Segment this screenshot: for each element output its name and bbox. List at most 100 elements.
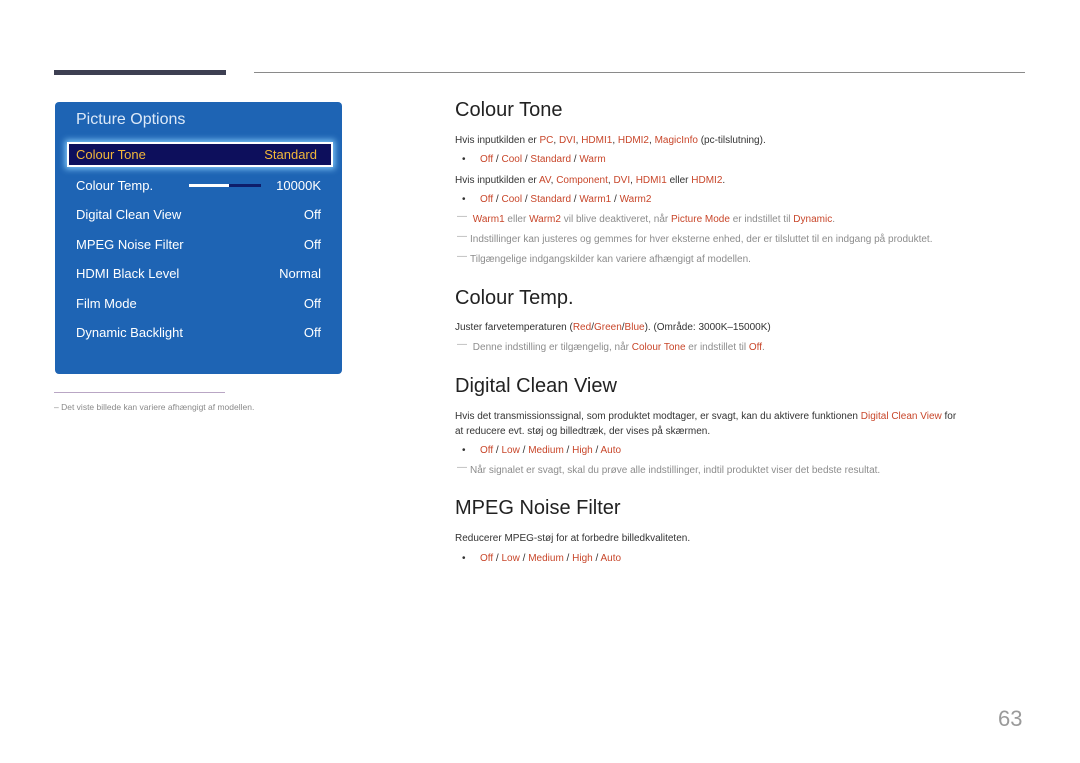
menu-item-label: Digital Clean View [76, 207, 182, 222]
menu-item-value: Off [303, 325, 321, 340]
picture-options-menu: Picture Options Colour Tone Standard Col… [55, 102, 342, 374]
term: Green [593, 322, 622, 333]
menu-item-colour-tone[interactable]: Colour Tone Standard [67, 142, 333, 167]
option: High [572, 445, 593, 456]
menu-item-dynamic-backlight[interactable]: Dynamic Backlight Off [67, 320, 333, 345]
option: Warm1 [579, 194, 612, 205]
term: HDMI2 [617, 135, 649, 146]
slider-fill [189, 184, 229, 187]
term: Blue [624, 322, 645, 333]
term: MagicInfo [654, 135, 698, 146]
menu-item-value: Off [303, 296, 321, 311]
heading-mpeg-noise-filter: MPEG Noise Filter [455, 497, 621, 519]
text: er indstillet til [685, 342, 749, 353]
option: Warm [579, 154, 606, 165]
note-warm-disabled: Warm1 eller Warm2 vil blive deaktiveret,… [457, 214, 835, 225]
term: Picture Mode [671, 214, 730, 225]
option: Medium [528, 445, 564, 456]
header-rule [254, 72, 1025, 73]
menu-item-label: MPEG Noise Filter [76, 237, 184, 252]
text: Juster farvetemperaturen ( [455, 322, 573, 333]
heading-digital-clean-view: Digital Clean View [455, 375, 617, 397]
text: . [722, 175, 726, 186]
term: DVI [558, 135, 576, 146]
option: Auto [600, 553, 622, 564]
option: Off [480, 445, 494, 456]
option: Warm2 [619, 194, 652, 205]
option: Off [480, 154, 494, 165]
menu-item-label: Colour Tone [76, 147, 146, 162]
option: Auto [600, 445, 622, 456]
note-input-sources: Tilgængelige indgangskilder kan variere … [457, 254, 751, 265]
option: Cool [501, 194, 523, 205]
menu-item-digital-clean-view[interactable]: Digital Clean View Off [67, 202, 333, 227]
heading-colour-temp: Colour Temp. [455, 287, 574, 309]
menu-item-film-mode[interactable]: Film Mode Off [67, 291, 333, 316]
text: for [941, 411, 957, 422]
colour-tone-options-1: • Off / Cool / Standard / Warm [462, 154, 606, 165]
footnote-divider [54, 392, 225, 393]
option: Standard [530, 154, 572, 165]
menu-item-mpeg-noise-filter[interactable]: MPEG Noise Filter Off [67, 232, 333, 257]
heading-colour-tone: Colour Tone [455, 99, 563, 121]
colour-temp-slider[interactable] [189, 184, 261, 187]
term: AV [538, 175, 551, 186]
term: HDMI1 [635, 175, 667, 186]
term: Component [556, 175, 608, 186]
term: Colour Tone [631, 342, 686, 353]
note-settings-saved: Indstillinger kan justeres og gemmes for… [457, 234, 932, 245]
dcv-options: • Off / Low / Medium / High / Auto [462, 445, 622, 456]
dcv-description-line-1: Hvis det transmissionssignal, som produk… [455, 410, 956, 424]
text: er indstillet til [729, 214, 794, 225]
term: HDMI2 [691, 175, 723, 186]
text: Hvis inputkilden er [455, 175, 539, 186]
menu-item-label: HDMI Black Level [76, 266, 180, 281]
text: . [832, 214, 835, 225]
menu-item-value: Standard [264, 147, 317, 162]
menu-item-value: Off [303, 207, 321, 222]
text: . [762, 342, 765, 353]
menu-item-label: Dynamic Backlight [76, 325, 183, 340]
option: Cool [501, 154, 523, 165]
term: HDMI1 [581, 135, 613, 146]
term: DVI [613, 175, 631, 186]
mpeg-options: • Off / Low / Medium / High / Auto [462, 553, 622, 564]
menu-item-value: 10000K [276, 178, 321, 193]
menu-item-label: Colour Temp. [76, 178, 154, 193]
dcv-description-line-2: at reducere evt. støj og billedtræk, der… [455, 426, 711, 437]
menu-item-value: Normal [279, 266, 321, 281]
menu-item-label: Film Mode [76, 296, 137, 311]
menu-item-value: Off [303, 237, 321, 252]
header-accent-bar [54, 70, 226, 75]
note-weak-signal: Når signalet er svagt, skal du prøve all… [457, 465, 880, 476]
colour-tone-input-line-2: Hvis inputkilden er AV, Component, DVI, … [455, 175, 726, 186]
term: Warm1 [472, 214, 505, 225]
page-number: 63 [998, 706, 1023, 731]
colour-temp-description: Juster farvetemperaturen (Red/Green/Blue… [455, 322, 771, 333]
text: (pc-tilslutning). [697, 135, 766, 146]
colour-tone-input-line-1: Hvis inputkilden er PC, DVI, HDMI1, HDMI… [455, 135, 766, 146]
colour-tone-options-2: • Off / Cool / Standard / Warm1 / Warm2 [462, 194, 652, 205]
menu-item-colour-temp[interactable]: Colour Temp. 10000K [67, 173, 333, 198]
term: PC [539, 135, 554, 146]
note-colour-temp-availability: Denne indstilling er tilgængelig, når Co… [457, 342, 765, 353]
option: Low [501, 445, 520, 456]
option: Off [480, 194, 494, 205]
text: Hvis det transmissionssignal, som produk… [455, 411, 861, 422]
text: vil blive deaktiveret, når [560, 214, 672, 225]
option: High [572, 553, 593, 564]
menu-title: Picture Options [76, 111, 186, 128]
image-footnote: – Det viste billede kan variere afhængig… [54, 402, 255, 412]
option: Low [501, 553, 520, 564]
option: Standard [530, 194, 572, 205]
term: Dynamic [793, 214, 833, 225]
option: Medium [528, 553, 564, 564]
mpeg-description: Reducerer MPEG-støj for at forbedre bill… [455, 533, 691, 544]
text: eller [666, 175, 692, 186]
term: Red [572, 322, 592, 333]
option: Off [480, 553, 494, 564]
text: ). (Område: 3000K–15000K) [644, 322, 771, 333]
text: Denne indstilling er tilgængelig, når [472, 342, 632, 353]
text: eller [504, 214, 530, 225]
menu-item-hdmi-black-level[interactable]: HDMI Black Level Normal [67, 261, 333, 286]
